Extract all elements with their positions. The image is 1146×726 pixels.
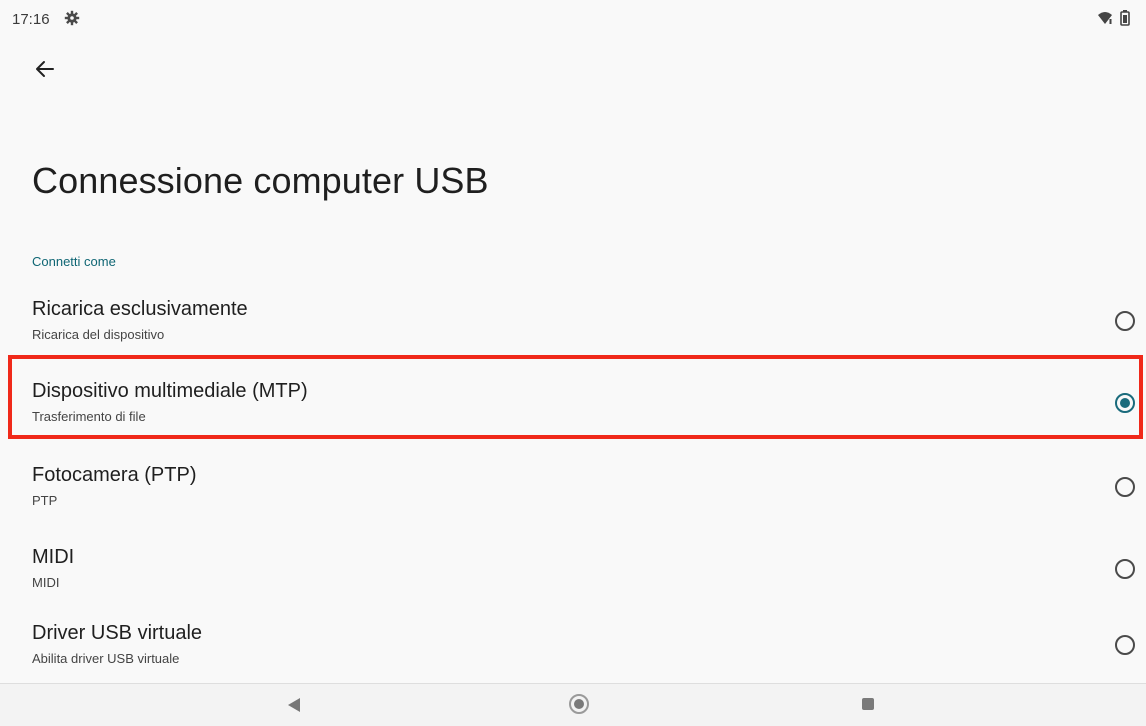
gear-icon — [64, 10, 80, 26]
nav-home-icon[interactable] — [569, 694, 589, 714]
option-title: Driver USB virtuale — [32, 622, 203, 644]
nav-recents-icon[interactable] — [862, 698, 874, 710]
status-time: 17:16 — [12, 11, 50, 28]
option-midi[interactable]: MIDI MIDI — [0, 528, 1146, 608]
radio-button[interactable] — [1115, 311, 1135, 331]
page-title: Connessione computer USB — [32, 160, 489, 201]
navigation-bar — [0, 683, 1146, 726]
option-title: Fotocamera (PTP) — [32, 464, 197, 486]
option-subtitle: PTP — [32, 493, 58, 508]
option-subtitle: MIDI — [32, 575, 60, 590]
radio-button[interactable] — [1115, 559, 1135, 579]
option-title: Dispositivo multimediale (MTP) — [32, 380, 308, 402]
section-header: Connetti come — [32, 254, 116, 269]
option-subtitle: Trasferimento di file — [32, 409, 146, 424]
battery-icon — [1120, 10, 1130, 26]
option-virtual-usb-driver[interactable]: Driver USB virtuale Abilita driver USB v… — [0, 604, 1146, 684]
option-charging-only[interactable]: Ricarica esclusivamente Ricarica del dis… — [0, 280, 1146, 360]
option-subtitle: Abilita driver USB virtuale — [32, 651, 180, 666]
option-subtitle: Ricarica del dispositivo — [32, 327, 165, 342]
radio-button-selected[interactable] — [1115, 393, 1135, 413]
option-title: MIDI — [32, 546, 75, 568]
wifi-icon — [1098, 12, 1112, 24]
radio-button[interactable] — [1115, 635, 1135, 655]
nav-back-icon[interactable] — [288, 698, 300, 712]
back-arrow-icon[interactable] — [32, 56, 58, 82]
radio-button[interactable] — [1115, 477, 1135, 497]
option-title: Ricarica esclusivamente — [32, 298, 248, 320]
option-mtp[interactable]: Dispositivo multimediale (MTP) Trasferim… — [0, 362, 1146, 442]
status-bar: 17:16 — [0, 0, 1146, 38]
option-ptp[interactable]: Fotocamera (PTP) PTP — [0, 446, 1146, 526]
